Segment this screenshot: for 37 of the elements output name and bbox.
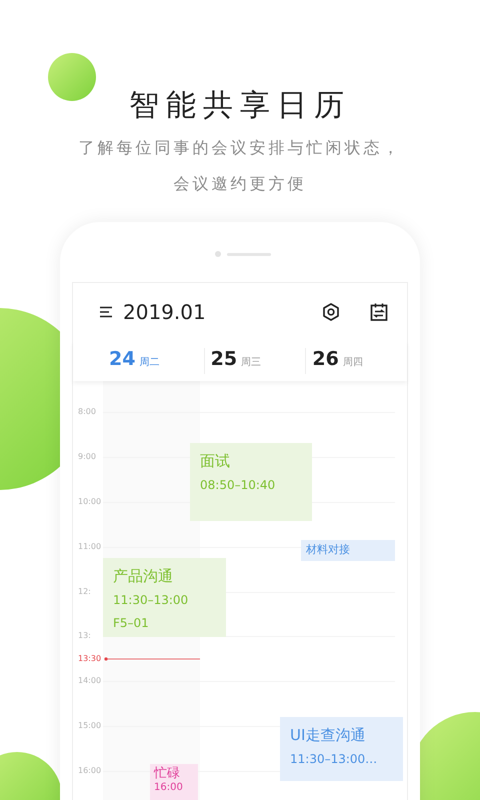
menu-icon[interactable] xyxy=(99,306,113,318)
event-card[interactable]: 忙碌 16:00 xyxy=(150,764,198,800)
camera-dot xyxy=(215,251,221,257)
event-detail: 08:50–10:40 xyxy=(200,477,276,494)
time-label: 14:00 xyxy=(78,675,102,687)
settings-icon[interactable] xyxy=(321,302,341,322)
day-tab[interactable]: 24 周二 xyxy=(73,348,204,374)
time-label: 9:00 xyxy=(78,451,96,463)
event-card[interactable]: 面试 08:50–10:40 xyxy=(190,443,312,521)
month-title: 2019.01 xyxy=(123,300,206,324)
time-label: 15:00 xyxy=(78,720,102,732)
event-detail: 16:00 xyxy=(154,782,184,794)
event-title: 面试 xyxy=(200,451,231,471)
subtitle-line: 了解每位同事的会议安排与忙闲状态， xyxy=(78,137,402,159)
headline: 智能共享日历 xyxy=(129,87,351,125)
time-label: 13: xyxy=(78,630,91,642)
event-detail: 11:30–13:00 xyxy=(113,592,190,609)
event-title: 忙碌 xyxy=(154,766,181,782)
event-detail: F5–01 xyxy=(113,615,150,632)
event-card[interactable]: 材料对接 xyxy=(301,540,395,561)
calendar-switch-icon[interactable] xyxy=(369,302,389,322)
time-label: 8:00 xyxy=(78,406,96,418)
subtitle-line: 会议邀约更方便 xyxy=(174,173,306,195)
event-card[interactable]: 产品沟通 11:30–13:00 F5–01 xyxy=(103,558,226,637)
event-detail: 11:30–13:00… xyxy=(290,751,378,768)
event-title: 产品沟通 xyxy=(113,566,174,586)
day-tab[interactable]: 25 周三 xyxy=(204,348,306,374)
circle-decoration xyxy=(48,53,96,101)
event-card[interactable]: UI走查沟通 11:30–13:00… xyxy=(280,717,403,781)
day-tab[interactable]: 26 周四 xyxy=(305,348,408,374)
time-label: 12: xyxy=(78,586,91,598)
time-label: 11:00 xyxy=(78,541,102,553)
event-title: 材料对接 xyxy=(306,542,351,558)
current-time-label: 13:30 xyxy=(78,653,102,665)
time-label: 10:00 xyxy=(78,496,102,508)
event-title: UI走查沟通 xyxy=(290,725,366,745)
time-label: 16:00 xyxy=(78,765,102,777)
